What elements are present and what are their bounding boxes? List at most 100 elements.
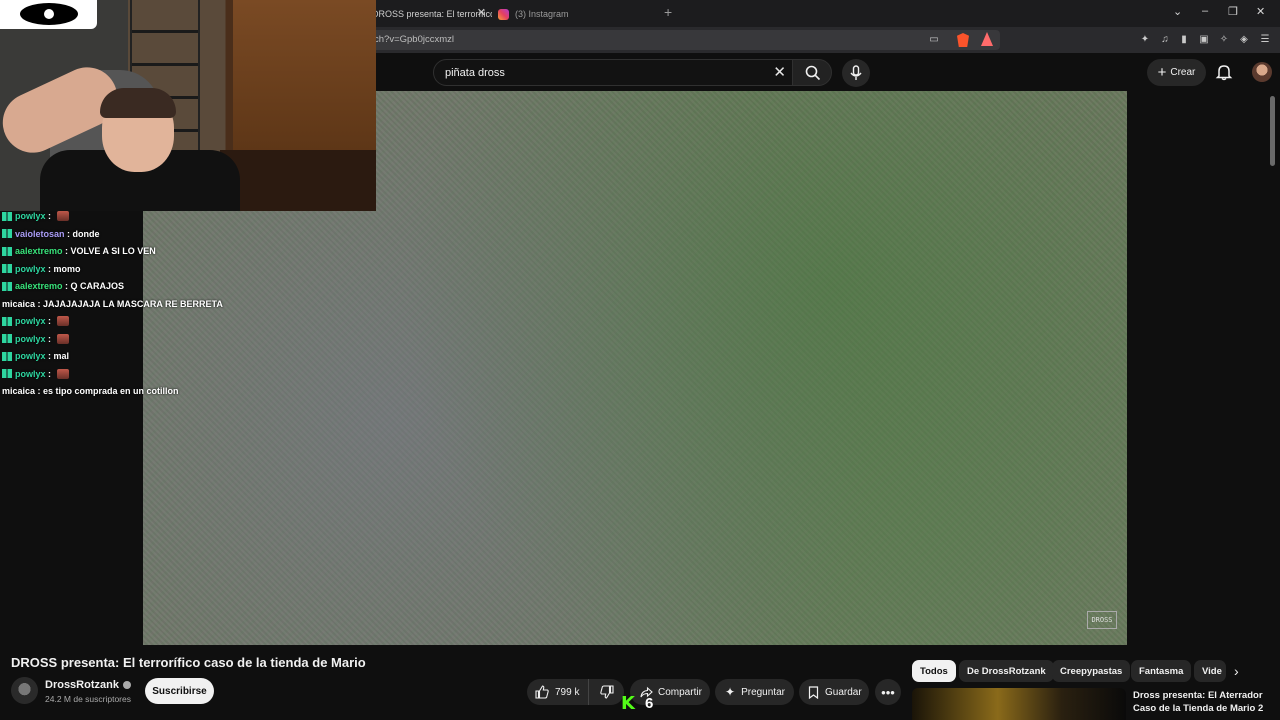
chat-text: VOLVE A SI LO VEN [70,246,156,256]
chat-username: micaica [2,298,36,309]
thumbs-down-icon [599,685,614,699]
chat-badge-icon [2,229,12,238]
chat-text: donde [72,228,100,239]
dislike-button[interactable] [589,685,624,699]
voice-search-button[interactable] [842,59,870,87]
subscribe-button[interactable]: Suscribirse [145,678,214,704]
notifications-bell-icon[interactable] [1215,63,1233,81]
share-button[interactable]: Compartir [630,679,710,705]
verified-icon [122,681,131,690]
ask-label: Preguntar [741,686,785,698]
tab-title: DROSS presenta: El terrorífico [372,9,492,19]
tab-youtube-video[interactable]: DROSS presenta: El terrorífico ✕ [372,4,492,24]
chat-separator: : [35,386,44,396]
ask-button[interactable]: ✦ Preguntar [715,679,794,705]
chat-message: powlyx : momo [2,261,81,277]
kick-counter: 6 [645,695,654,712]
tab-title: (3) Instagram [515,9,569,19]
search-button[interactable] [792,59,832,86]
cast-icon[interactable]: ▭ [928,34,940,46]
restore-button[interactable]: ❐ [1228,5,1238,18]
chat-message: vaioletosan : donde [2,226,100,242]
search-query[interactable]: piñata dross [445,67,505,79]
search-input[interactable]: piñata dross ✕ [433,59,793,86]
music-icon[interactable]: ♫ [1159,34,1171,46]
save-label: Guardar [825,686,862,698]
chip-videos[interactable]: Vide [1194,660,1226,682]
instagram-icon [498,8,509,20]
chat-username: powlyx [15,351,46,361]
leo-ai-icon[interactable]: ✧ [1218,34,1230,46]
chat-separator: : [45,351,54,361]
chat-separator: : [45,263,54,274]
minimize-button[interactable]: – [1202,5,1208,17]
video-title: DROSS presenta: El terrorífico caso de l… [11,655,366,670]
create-button[interactable]: + Crear [1147,59,1206,86]
chip-creepypastas[interactable]: Creepypastas [1052,660,1131,682]
chat-username: powlyx [15,368,46,379]
chat-message: powlyx : [2,208,69,224]
like-dislike-group: 799 k [527,679,624,705]
chip-from-channel[interactable]: De DrossRotzank [959,660,1054,682]
chat-separator: : [45,333,54,344]
kick-logo-icon: K [621,693,635,714]
chat-message: powlyx : [2,331,69,347]
tab-instagram[interactable]: (3) Instagram [498,4,658,24]
chat-message: powlyx : [2,366,69,382]
more-icon: ••• [881,684,895,700]
chat-separator: : [62,246,71,256]
channel-name[interactable]: DrossRotzank [45,679,131,691]
chat-username: powlyx [15,333,46,344]
more-actions-button[interactable]: ••• [875,679,901,705]
channel-name-text[interactable]: DrossRotzank [45,679,119,691]
address-field[interactable] [360,30,1000,50]
chat-emote-icon [56,368,69,379]
webcam-floor [220,150,376,211]
chat-message: aalextremo : Q CARAJOS [2,278,124,294]
save-button[interactable]: Guardar [799,679,869,705]
chat-message: micaica : es tipo comprada en un cotillo… [2,383,179,399]
chat-username: micaica [2,386,36,396]
recommended-thumbnail[interactable] [912,688,1126,720]
chat-message: powlyx : [2,313,69,329]
chat-text: Q CARAJOS [70,281,125,291]
chat-username: powlyx [15,263,46,274]
tab-search-icon[interactable]: ⌄ [1173,5,1182,18]
chat-message: aalextremo : VOLVE A SI LO VEN [2,243,156,259]
brave-shield-icon[interactable] [957,33,969,47]
sparkle-icon: ✦ [725,685,736,699]
scrollbar-thumb[interactable] [1270,96,1275,166]
chat-separator: : [35,298,44,309]
chat-message: micaica : JAJAJAJAJA LA MASCARA RE BERRE… [2,296,223,312]
new-tab-button[interactable]: + [664,4,672,20]
page-scrollbar[interactable] [1269,91,1277,720]
url-text[interactable]: ch?v=Gpb0jccxmzl [374,34,454,45]
chat-badge-icon [2,369,12,378]
streamer-webcam [0,0,376,211]
channel-watermark: DROSS [1087,611,1117,629]
menu-icon[interactable]: ☰ [1259,34,1271,46]
chat-message: powlyx : mal [2,348,69,364]
clear-search-icon[interactable]: ✕ [773,63,786,81]
share-label: Compartir [658,686,702,698]
extensions-icon[interactable]: ✦ [1139,34,1151,46]
chat-badge-icon [2,264,12,273]
chat-text: JAJAJAJAJA LA MASCARA RE BERRETA [43,298,223,309]
webcam-wall [233,0,376,160]
close-window-button[interactable]: ✕ [1256,5,1265,18]
chip-fantasma[interactable]: Fantasma [1131,660,1192,682]
subscriber-count: 24.2 M de suscriptores [45,694,131,704]
streamer-hair [100,88,176,118]
account-avatar[interactable] [1252,62,1272,82]
wallet-icon[interactable]: ▣ [1198,34,1210,46]
chevron-right-icon[interactable]: › [1234,663,1239,679]
recommended-title[interactable]: Dross presenta: El Aterrador Caso de la … [1133,689,1273,715]
like-button[interactable]: 799 k [527,679,589,705]
channel-avatar[interactable] [11,677,38,704]
vpn-icon[interactable]: ◈ [1238,34,1250,46]
chat-badge-icon [2,246,12,256]
chip-all[interactable]: Todos [912,660,956,682]
create-label: Crear [1170,67,1196,78]
sidebar-icon[interactable]: ▮ [1178,34,1190,46]
close-icon[interactable]: ✕ [477,6,486,19]
